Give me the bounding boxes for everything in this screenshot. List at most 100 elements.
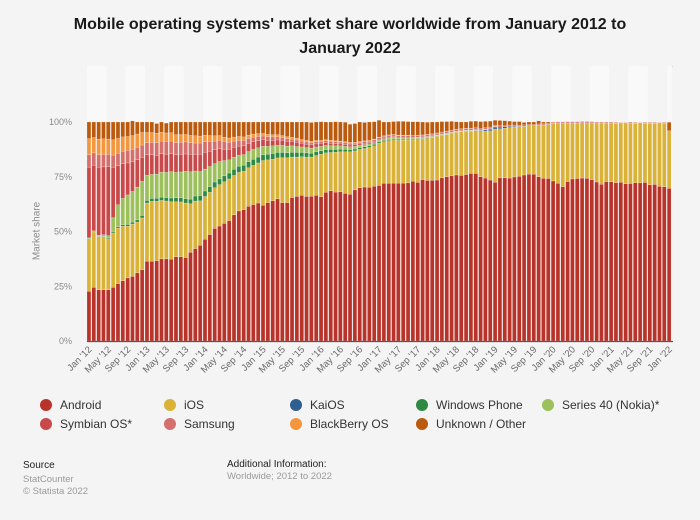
bar-segment-symbian-os — [357, 143, 362, 146]
bar-segment-android — [236, 210, 241, 342]
bar-segment-blackberry-os — [96, 138, 101, 156]
bar-segment-android — [434, 179, 440, 342]
bar-segment-blackberry-os — [285, 136, 290, 139]
bar-segment-samsung — [202, 141, 208, 153]
legend-marker-icon — [40, 399, 52, 411]
bar-segment-ios — [318, 154, 324, 197]
legend-item[interactable]: Windows Phone — [416, 398, 523, 412]
bar-segment-android — [270, 200, 275, 342]
bar-segment-blackberry-os — [125, 136, 130, 151]
bar-segment-android — [473, 173, 478, 342]
bar-segment-samsung — [130, 148, 135, 163]
bar-segment-unknown-other — [425, 122, 430, 135]
y-tick-label: 75% — [54, 172, 72, 182]
bar-segment-windows-phone — [217, 178, 222, 185]
bar-segment-ios — [101, 236, 106, 290]
bar-segment-ios — [304, 156, 309, 197]
bar-segment-unknown-other — [483, 121, 488, 128]
bar-segment-android — [86, 291, 92, 342]
bar-segment-android — [372, 185, 377, 342]
bar-segment-samsung — [217, 140, 222, 149]
bar-segment-android — [468, 173, 474, 342]
bar-segment-ios — [637, 123, 643, 184]
bar-segment-ios — [483, 130, 488, 179]
bar-segment-unknown-other — [454, 121, 459, 130]
bar-segment-unknown-other — [396, 121, 401, 136]
legend-item[interactable]: BlackBerry OS — [290, 417, 389, 431]
bar-segment-android — [584, 178, 590, 342]
bar-segment-blackberry-os — [314, 140, 319, 142]
bar-segment-ios — [144, 202, 150, 262]
source-name[interactable]: StatCounter — [23, 474, 74, 485]
bar-segment-unknown-other — [526, 121, 532, 125]
bar-segment-unknown-other — [265, 121, 270, 135]
legend-item[interactable]: iOS — [164, 398, 204, 412]
bar-segment-samsung — [236, 140, 241, 147]
bar-segment-android — [212, 228, 217, 342]
bar-segment-android — [570, 178, 575, 342]
bar-segment-unknown-other — [260, 121, 266, 134]
bar-segment-windows-phone — [299, 152, 304, 157]
bar-segment-blackberry-os — [222, 136, 227, 142]
bar-segment-blackberry-os — [270, 134, 275, 138]
bar-segment-samsung — [454, 129, 459, 132]
legend-item[interactable]: Series 40 (Nokia)* — [542, 398, 659, 412]
bar-segment-samsung — [434, 132, 440, 136]
legend-item[interactable]: Samsung — [164, 417, 235, 431]
bar-segment-android — [106, 289, 111, 342]
bar-segment-unknown-other — [125, 121, 130, 137]
bar-segment-unknown-other — [144, 121, 150, 133]
bar-segment-blackberry-os — [188, 135, 193, 143]
bar-segment-ios — [352, 150, 358, 191]
bar-segment-android — [575, 178, 580, 342]
bar-segment-samsung — [449, 130, 454, 133]
bar-segment-ios — [425, 138, 430, 181]
bar-segment-android — [507, 177, 512, 342]
bar-segment-samsung — [154, 142, 159, 156]
bar-segment-ios — [231, 175, 237, 216]
bar-segment-windows-phone — [178, 197, 183, 203]
bar-segment-windows-phone — [115, 226, 121, 229]
bar-segment-samsung — [328, 141, 333, 144]
bar-segment-unknown-other — [546, 121, 551, 124]
bar-segment-symbian-os — [362, 143, 367, 145]
bar-segment-symbian-os — [304, 143, 309, 148]
bar-segment-android — [198, 245, 203, 342]
bar-segment-ios — [473, 130, 478, 174]
bar-segment-android — [256, 202, 261, 342]
bar-segment-windows-phone — [164, 197, 169, 202]
bar-segment-symbian-os — [198, 154, 203, 172]
bar-segment-unknown-other — [159, 121, 164, 133]
legend-item[interactable]: KaiOS — [290, 398, 345, 412]
bar-segment-series-40-nokia — [101, 234, 106, 237]
bar-segment-blackberry-os — [275, 134, 280, 138]
bar-segment-unknown-other — [410, 121, 416, 136]
bar-segment-android — [396, 182, 401, 342]
bar-segment-samsung — [343, 142, 348, 145]
bar-segment-samsung — [468, 128, 474, 131]
legend-item[interactable]: Unknown / Other — [416, 417, 526, 431]
bar-segment-ios — [430, 137, 435, 181]
bar-segment-unknown-other — [304, 121, 309, 141]
bar-segment-android — [173, 256, 179, 342]
bar-segment-series-40-nokia — [367, 143, 372, 147]
bar-segment-blackberry-os — [207, 135, 212, 142]
bar-segment-android — [110, 287, 116, 342]
bar-segment-symbian-os — [183, 153, 188, 172]
bar-segment-unknown-other — [202, 121, 208, 136]
bar-segment-blackberry-os — [140, 132, 145, 146]
bar-segment-android — [246, 206, 251, 342]
bar-segment-unknown-other — [270, 121, 275, 135]
legend-item[interactable]: Symbian OS* — [40, 417, 132, 431]
legend-item[interactable]: Android — [40, 398, 101, 412]
bar-segment-windows-phone — [357, 147, 362, 150]
bar-segment-unknown-other — [323, 121, 329, 140]
bar-segment-samsung — [492, 124, 498, 127]
bar-segment-android — [144, 261, 150, 342]
bar-segment-blackberry-os — [101, 138, 106, 155]
bar-segment-series-40-nokia — [265, 146, 270, 155]
bar-segment-unknown-other — [86, 121, 92, 139]
bar-segment-android — [608, 181, 614, 342]
bar-segment-android — [149, 261, 154, 342]
bar-segment-samsung — [231, 140, 237, 148]
